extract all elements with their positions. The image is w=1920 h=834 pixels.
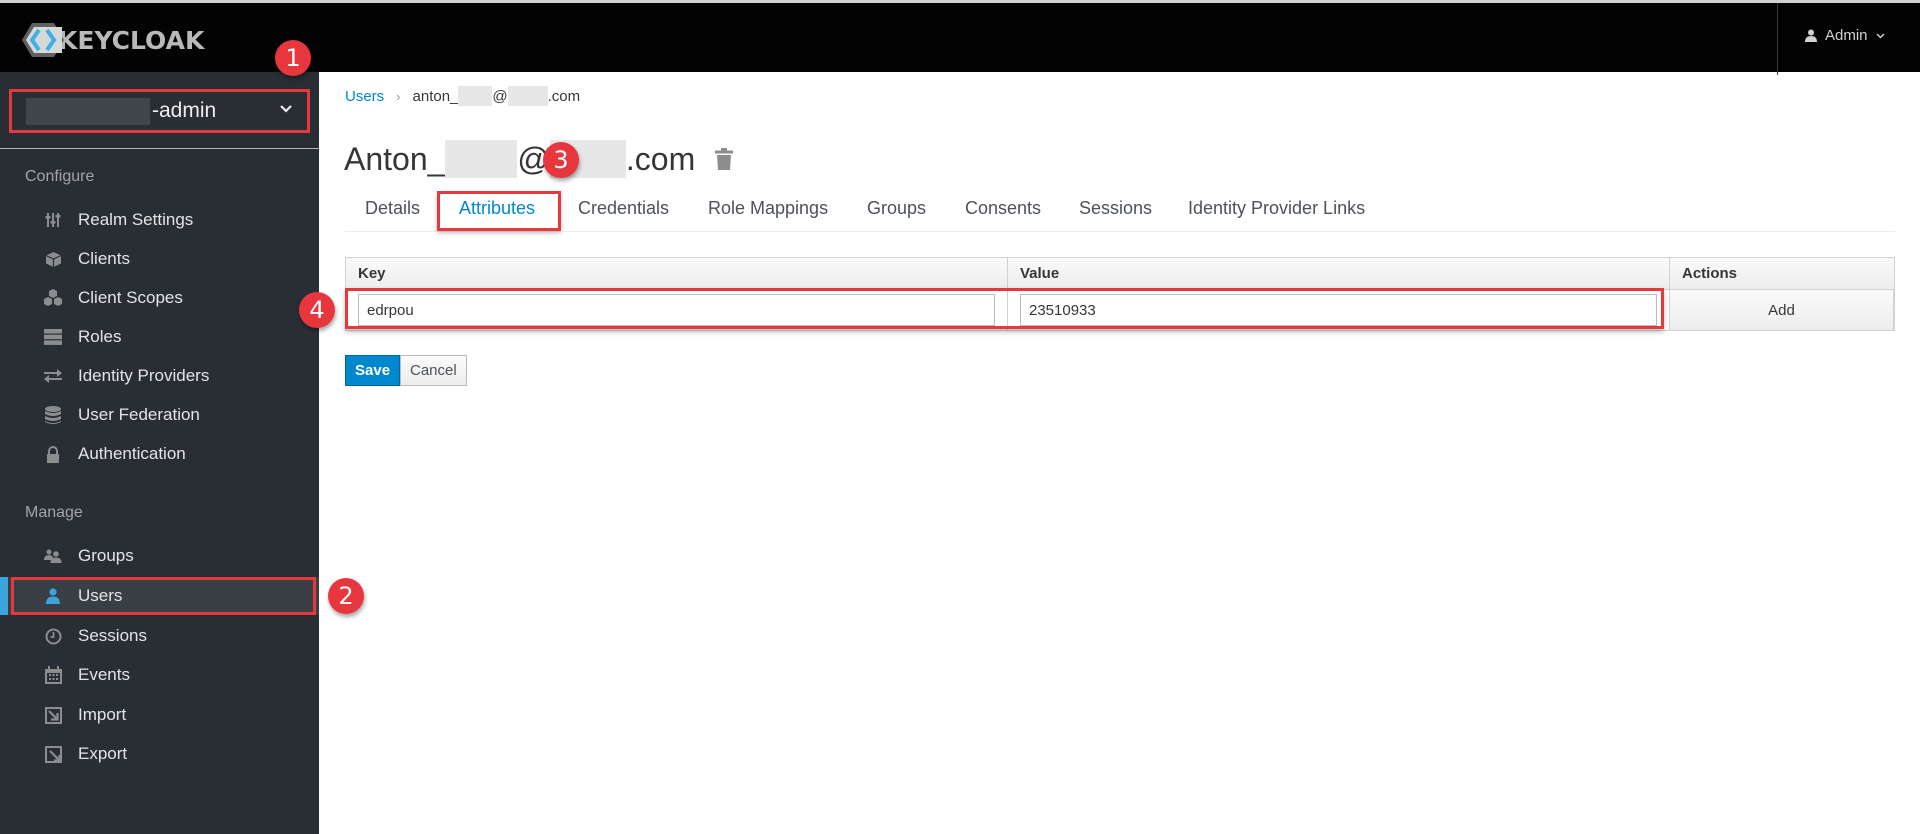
table-row: Add [345, 288, 1894, 330]
tab-identity-provider-links[interactable]: Identity Provider Links [1188, 198, 1365, 219]
redacted-realm-name [26, 97, 150, 125]
chevron-down-icon [1876, 33, 1885, 38]
tab-credentials[interactable]: Credentials [578, 198, 669, 219]
sidebar-item-sessions[interactable]: Sessions [0, 617, 319, 655]
key-cell [346, 290, 1008, 330]
sidebar-item-label: Clients [78, 249, 130, 268]
sliders-icon [43, 210, 63, 230]
sidebar-divider [0, 148, 319, 149]
annotation-badge: 1 [275, 40, 311, 76]
users-icon [43, 546, 63, 566]
column-header-key: Key [346, 258, 1008, 289]
attribute-value-input[interactable] [1020, 294, 1657, 326]
sidebar-item-label: User Federation [78, 405, 200, 424]
realm-selector-label: -admin [152, 99, 217, 122]
user-menu-label: Admin [1825, 27, 1868, 44]
sidebar-item-events[interactable]: Events [0, 656, 319, 694]
keycloak-logo[interactable]: KEYCLOAK [22, 21, 204, 59]
sidebar-item-label: Events [78, 665, 130, 684]
add-attribute-button[interactable]: Add [1670, 290, 1894, 330]
table-header: Key Value Actions [346, 258, 1894, 290]
sidebar-item-label: Groups [78, 546, 134, 565]
value-cell [1008, 290, 1670, 330]
column-header-actions: Actions [1682, 265, 1738, 282]
save-button[interactable]: Save [345, 355, 401, 386]
clock-icon [43, 626, 63, 646]
annotation-badge: 2 [328, 578, 364, 614]
redacted-text [458, 86, 493, 106]
page-title-prefix: Anton_ [344, 140, 446, 177]
breadcrumb-current-suffix: .com [547, 87, 581, 105]
sidebar: -admin Configure Realm Settings Clients … [0, 72, 319, 834]
breadcrumb-current-prefix: anton_ [412, 87, 459, 105]
redacted-text [507, 86, 548, 106]
tab-details[interactable]: Details [365, 198, 420, 219]
keycloak-logo-icon [22, 23, 64, 57]
sidebar-item-users[interactable]: Users [0, 577, 319, 615]
user-icon [1805, 29, 1817, 42]
cancel-button[interactable]: Cancel [400, 355, 467, 386]
tab-sessions[interactable]: Sessions [1079, 198, 1152, 219]
user-menu[interactable]: Admin [1805, 27, 1893, 44]
sidebar-item-label: Realm Settings [78, 210, 194, 229]
sidebar-item-label: Export [78, 744, 128, 763]
tab-attributes[interactable]: Attributes [459, 198, 535, 219]
page-title-suffix: .com [625, 140, 696, 177]
sidebar-item-label: Identity Providers [78, 366, 210, 385]
trash-icon[interactable] [715, 148, 734, 170]
breadcrumb-users-link[interactable]: Users [345, 88, 384, 105]
breadcrumb: Users › anton_ @ .com [345, 86, 580, 106]
breadcrumb-current-at: @ [492, 87, 508, 105]
sidebar-item-label: Authentication [78, 444, 186, 463]
server-icon [43, 327, 63, 347]
sidebar-item-label: Sessions [78, 626, 147, 645]
logo-text: KEYCLOAK [58, 25, 205, 55]
import-icon [43, 705, 63, 725]
chevron-down-icon [280, 105, 292, 113]
tab-groups[interactable]: Groups [867, 198, 926, 219]
sidebar-item-label: Roles [78, 327, 122, 346]
user-tabs: Details Attributes Credentials Role Mapp… [345, 190, 1895, 232]
sidebar-item-label: Users [78, 586, 123, 605]
sidebar-item-label: Import [78, 705, 127, 724]
attribute-key-input[interactable] [358, 294, 995, 326]
lock-icon [43, 444, 63, 464]
column-header-value: Value [1008, 258, 1670, 289]
sidebar-item-clients[interactable]: Clients [0, 240, 319, 278]
sidebar-item-export[interactable]: Export [0, 735, 319, 773]
nav-section-configure: Configure [25, 168, 95, 185]
sidebar-item-roles[interactable]: Roles [0, 318, 319, 356]
attributes-table: Key Value Actions Add [345, 257, 1895, 331]
exchange-icon [43, 366, 63, 386]
sidebar-item-user-federation[interactable]: User Federation [0, 396, 319, 434]
export-icon [43, 744, 63, 764]
sidebar-item-realm-settings[interactable]: Realm Settings [0, 201, 319, 239]
sidebar-item-authentication[interactable]: Authentication [0, 435, 319, 473]
realm-selector[interactable]: -admin [9, 89, 310, 133]
annotation-badge: 3 [543, 142, 579, 178]
page-title: Anton_ @ .com [344, 140, 734, 178]
sidebar-item-groups[interactable]: Groups [0, 537, 319, 575]
sidebar-item-label: Client Scopes [78, 288, 183, 307]
tab-role-mappings[interactable]: Role Mappings [708, 198, 828, 219]
sidebar-item-client-scopes[interactable]: Client Scopes [0, 279, 319, 317]
database-icon [43, 405, 63, 425]
calendar-icon [43, 665, 63, 685]
user-icon [43, 586, 63, 606]
nav-section-manage: Manage [25, 504, 83, 521]
redacted-text [445, 140, 518, 178]
sidebar-item-identity-providers[interactable]: Identity Providers [0, 357, 319, 395]
cube-icon [43, 249, 63, 269]
header-divider [1777, 3, 1778, 75]
cubes-icon [43, 288, 63, 308]
annotation-badge: 4 [299, 292, 335, 328]
sidebar-item-import[interactable]: Import [0, 696, 319, 734]
breadcrumb-separator: › [396, 88, 401, 104]
tab-consents[interactable]: Consents [965, 198, 1041, 219]
